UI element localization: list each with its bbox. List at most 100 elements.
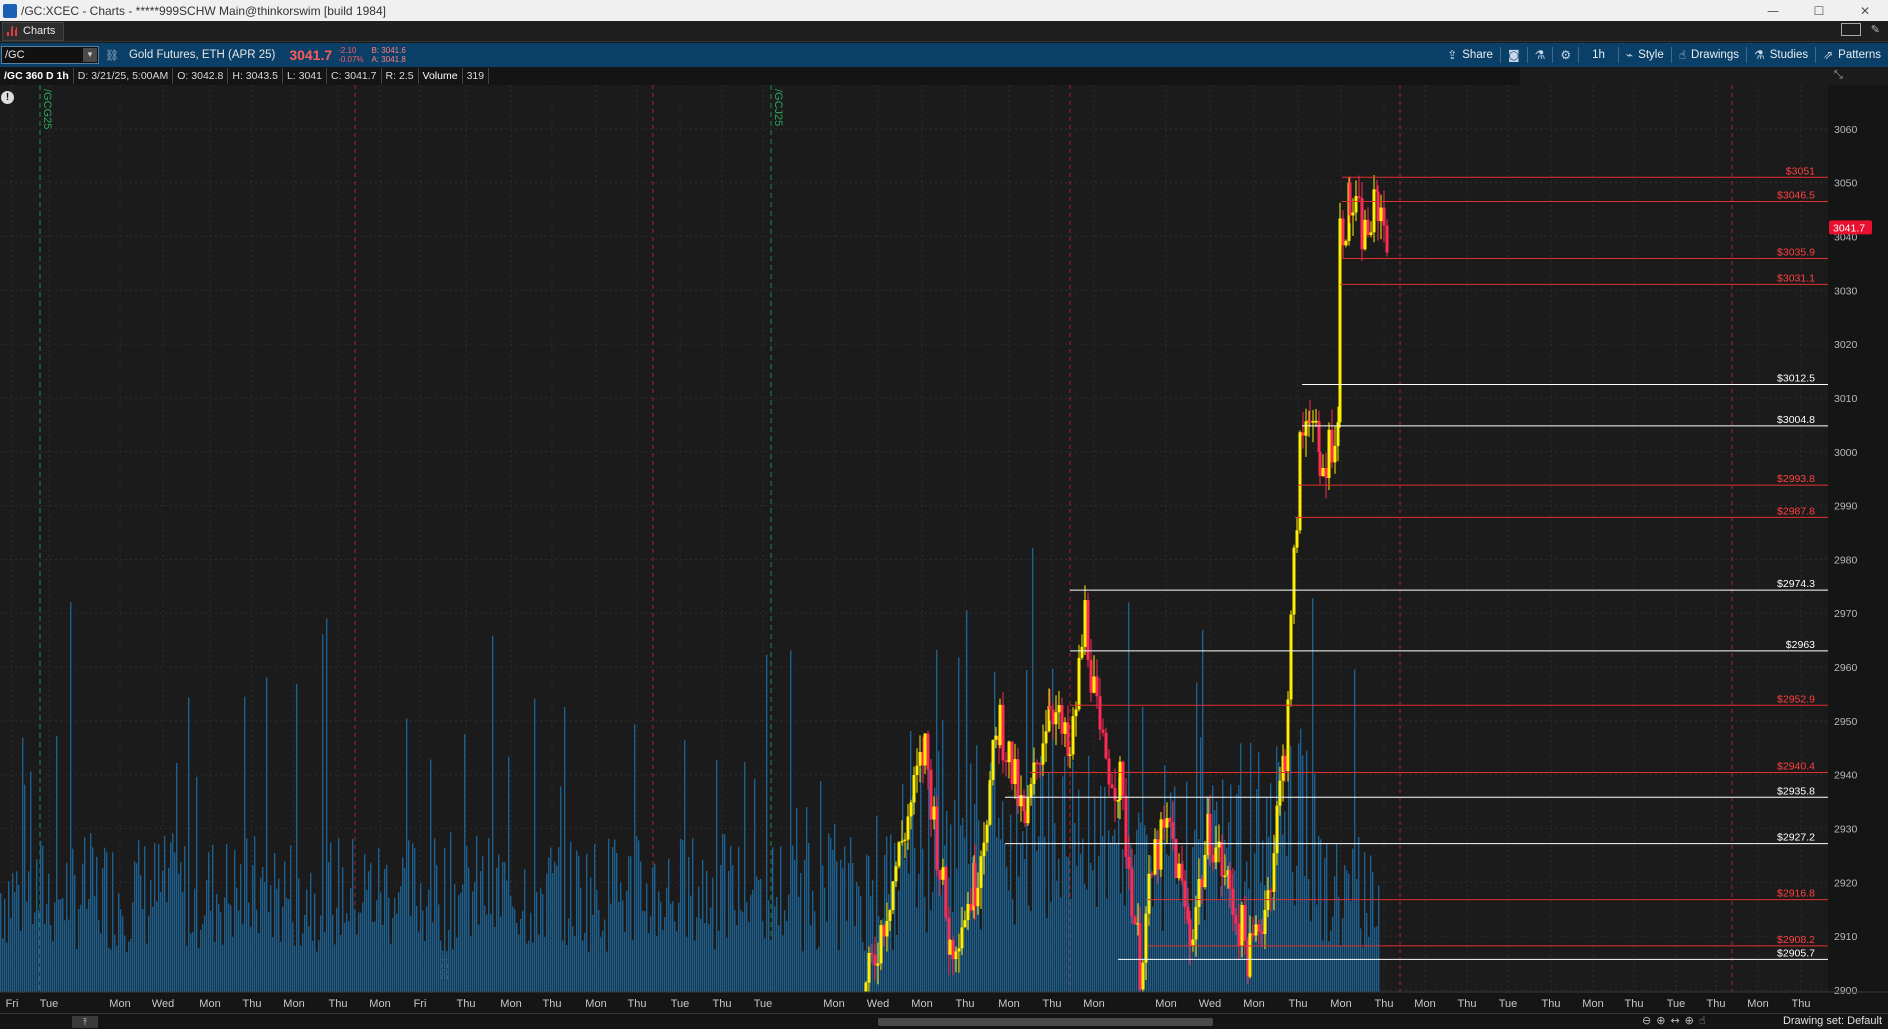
volume-bar <box>618 901 620 992</box>
volume-bar <box>350 888 352 992</box>
volume-bar <box>906 842 908 992</box>
volume-bar <box>124 935 126 992</box>
zoom-out-icon[interactable]: ⊖ <box>1642 1014 1651 1027</box>
volume-bar <box>432 922 434 992</box>
share-button[interactable]: ⇪ Share <box>1440 43 1500 67</box>
price-level-label: $2993.8 <box>1777 473 1815 485</box>
volume-bar <box>2 938 4 992</box>
alert-icon[interactable]: ! <box>1 91 14 104</box>
volume-bar <box>100 933 102 992</box>
symbol-input[interactable]: /GC ▼ <box>1 46 99 64</box>
volume-bar <box>148 915 150 992</box>
pan-icon[interactable]: ↔ <box>1670 1014 1679 1027</box>
chevron-down-icon[interactable]: ▼ <box>83 48 97 62</box>
layout-icon[interactable] <box>1840 23 1861 36</box>
volume-bar <box>930 910 932 992</box>
volume-bar <box>688 857 690 992</box>
volume-bar <box>60 899 62 992</box>
volume-bar <box>518 934 520 992</box>
timeframe-button[interactable]: 1h <box>1579 43 1618 67</box>
time-scrollbar[interactable] <box>878 1018 1213 1026</box>
flask-button[interactable]: ⚗ <box>1528 43 1553 67</box>
volume-bar <box>610 903 612 992</box>
x-tick-label: Wed <box>152 998 174 1010</box>
volume-bar <box>16 871 18 992</box>
volume-bar <box>746 901 748 992</box>
volume-bar <box>1368 936 1370 992</box>
minimize-button[interactable]: — <box>1750 0 1796 21</box>
volume-bar <box>76 949 78 992</box>
volume-bar <box>574 935 576 992</box>
volume-bar <box>318 940 320 992</box>
tab-charts[interactable]: Charts <box>2 21 65 41</box>
drawing-set-label[interactable]: Drawing set: Default <box>1783 1015 1882 1027</box>
candle-body <box>1101 729 1105 733</box>
volume-bar <box>416 905 418 992</box>
volume-bar <box>90 833 92 992</box>
volume-bar <box>866 854 868 992</box>
style-button[interactable]: ⌁ Style <box>1619 43 1671 67</box>
volume-bar <box>548 857 550 992</box>
price-chart[interactable]: 2900 2910 2920 2930 2940 2950 2960 2970 2980 2990… <box>0 85 1888 1013</box>
tab-bar: Charts ✎ <box>0 21 1888 42</box>
pin-icon[interactable]: ✎ <box>1871 23 1880 36</box>
volume-bar <box>226 843 228 992</box>
volume-bar <box>1258 752 1260 992</box>
volume-bar <box>1286 855 1288 992</box>
volume-bar <box>1104 786 1106 992</box>
hand-icon[interactable]: ☝ <box>1699 1014 1706 1027</box>
volume-bar <box>166 902 168 992</box>
volume-bar <box>396 913 398 992</box>
volume-bar <box>1038 836 1040 992</box>
volume-bar <box>638 840 640 992</box>
volume-bar <box>678 902 680 992</box>
volume-bar <box>1070 898 1072 992</box>
price-level-label: $3031.1 <box>1777 272 1815 284</box>
crosshair-icon[interactable]: ⊕ <box>1685 1014 1694 1027</box>
maximize-button[interactable]: ☐ <box>1796 0 1842 21</box>
settings-button[interactable]: ⚙ <box>1553 43 1578 67</box>
volume-bar <box>1296 865 1298 992</box>
candle-body <box>938 870 942 880</box>
volume-bar <box>824 887 826 992</box>
close-button[interactable]: ✕ <box>1842 0 1888 21</box>
volume-bar <box>1000 839 1002 992</box>
volume-bar <box>586 854 588 992</box>
candle-body <box>973 862 977 907</box>
expand-button[interactable]: ⤒ <box>72 1016 98 1028</box>
volume-bar <box>30 771 32 992</box>
candle-body <box>1041 743 1045 765</box>
volume-bar <box>422 910 424 992</box>
volume-bar <box>330 842 332 992</box>
candle-body <box>1363 219 1367 250</box>
link-icon[interactable]: ⛓ <box>105 49 119 62</box>
volume-bar <box>612 847 614 992</box>
studies-button[interactable]: ⚗ Studies <box>1747 43 1815 67</box>
x-tick-label: Tue <box>671 998 690 1010</box>
volume-label[interactable]: Volume <box>419 68 463 84</box>
drawings-button[interactable]: ☝ Drawings <box>1672 43 1746 67</box>
candle-body <box>1060 705 1064 734</box>
volume-bar <box>736 925 738 992</box>
volume-bar <box>320 915 322 992</box>
volume-bar <box>136 863 138 992</box>
zoom-in-icon[interactable]: ⊕ <box>1656 1014 1665 1027</box>
collapse-icon[interactable]: ⤡ <box>1834 69 1843 82</box>
volume-bar <box>872 880 874 992</box>
volume-bar <box>112 852 114 992</box>
volume-bar <box>770 939 772 992</box>
volume-bar <box>698 886 700 992</box>
snapshot-button[interactable]: ◙ <box>1501 43 1527 67</box>
patterns-button[interactable]: ⇗ Patterns <box>1816 43 1888 67</box>
candle-body <box>867 952 871 983</box>
volume-bar <box>922 848 924 992</box>
symbol-timeframe[interactable]: /GC 360 D 1h <box>0 68 74 84</box>
volume-bar <box>1204 920 1206 992</box>
y-tick-label: 2990 <box>1834 501 1858 513</box>
volume-bar <box>358 912 360 992</box>
rollover-label: /GCJ25 <box>772 89 784 126</box>
candle-body <box>1048 705 1052 710</box>
volume-bar <box>726 937 728 992</box>
volume-bar <box>1112 835 1114 992</box>
volume-bar <box>378 848 380 992</box>
